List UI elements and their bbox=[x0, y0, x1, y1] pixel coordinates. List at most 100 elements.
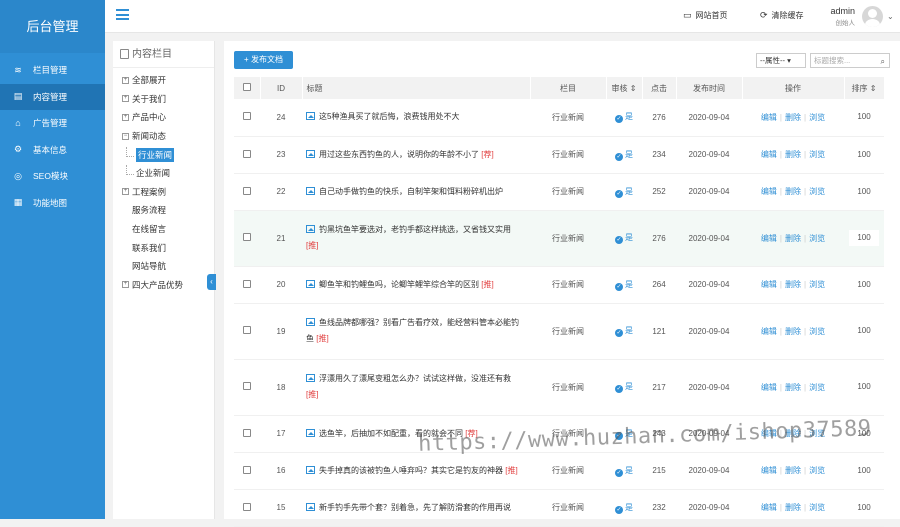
avatar[interactable] bbox=[862, 6, 883, 27]
sidebar-item-2[interactable]: ⌂ 广告管理 bbox=[0, 110, 105, 137]
row-checkbox[interactable] bbox=[243, 502, 251, 511]
expand-icon[interactable]: + bbox=[122, 113, 129, 121]
row-title-link[interactable]: 钓黑坑鱼竿要选对，老钓手都这样挑选，又省钱又实用 bbox=[319, 225, 511, 234]
collapse-panel-button[interactable]: ‹ bbox=[207, 274, 216, 290]
row-sort-input[interactable]: 100 bbox=[849, 109, 879, 126]
delete-link[interactable]: 删除 bbox=[785, 234, 801, 243]
tree-item[interactable]: + 关于我们 bbox=[113, 90, 214, 109]
row-title-link[interactable]: 失手掉真的该被钓鱼人唾弃吗？其实它是钓友的神器 bbox=[319, 466, 503, 475]
delete-link[interactable]: 删除 bbox=[785, 113, 801, 122]
delete-link[interactable]: 删除 bbox=[785, 327, 801, 336]
delete-link[interactable]: 删除 bbox=[785, 503, 801, 512]
tree-item[interactable]: + 工程案例 bbox=[113, 183, 214, 202]
menu-toggle-icon[interactable] bbox=[116, 9, 129, 20]
sidebar-item-5[interactable]: ▦ 功能地图 bbox=[0, 190, 105, 217]
tree-item[interactable]: 在线留言 bbox=[113, 220, 214, 239]
sidebar-item-4[interactable]: ◎ SEO模块 bbox=[0, 163, 105, 190]
tree-item[interactable]: 服务流程 bbox=[113, 201, 214, 220]
view-link[interactable]: 浏览 bbox=[809, 503, 825, 512]
view-link[interactable]: 浏览 bbox=[809, 280, 825, 289]
row-sort-input[interactable]: 100 bbox=[849, 462, 879, 479]
edit-link[interactable]: 编辑 bbox=[761, 383, 777, 392]
row-checkbox[interactable] bbox=[243, 326, 251, 334]
row-checkbox[interactable] bbox=[243, 382, 251, 390]
delete-link[interactable]: 删除 bbox=[785, 187, 801, 196]
row-sort-input[interactable]: 100 bbox=[849, 146, 879, 163]
row-checkbox[interactable] bbox=[243, 186, 251, 195]
edit-link[interactable]: 编辑 bbox=[761, 327, 777, 336]
tree-item[interactable]: 网站导航 bbox=[113, 257, 214, 276]
edit-link[interactable]: 编辑 bbox=[761, 466, 777, 475]
view-link[interactable]: 浏览 bbox=[809, 150, 825, 159]
tree-item[interactable]: 联系我们 bbox=[113, 238, 214, 257]
delete-link[interactable]: 删除 bbox=[785, 150, 801, 159]
view-link[interactable]: 浏览 bbox=[809, 466, 825, 475]
delete-link[interactable]: 删除 bbox=[785, 383, 801, 392]
row-status[interactable]: ✓ 是 bbox=[606, 210, 642, 267]
row-sort-input[interactable]: 100 bbox=[849, 276, 879, 293]
search-icon[interactable]: ⌕ bbox=[881, 55, 885, 68]
row-sort-input[interactable]: 100 bbox=[849, 499, 879, 516]
tree-item[interactable]: − 新闻动态 bbox=[113, 127, 214, 146]
row-sort-input[interactable]: 100 bbox=[849, 230, 879, 246]
view-link[interactable]: 浏览 bbox=[809, 383, 825, 392]
tree-item[interactable]: + 四大产品优势 bbox=[113, 276, 214, 295]
row-status[interactable]: ✓ 是 bbox=[606, 303, 642, 360]
row-title-link[interactable]: 用过这些东西钓鱼的人，说明你的年龄不小了 bbox=[319, 150, 479, 159]
row-sort-input[interactable]: 100 bbox=[849, 323, 879, 339]
row-checkbox[interactable] bbox=[243, 112, 251, 121]
site-home-link[interactable]: ▭ 网站首页 bbox=[683, 10, 728, 21]
tree-item[interactable]: 企业新闻 bbox=[113, 164, 214, 183]
expand-icon[interactable]: + bbox=[122, 188, 129, 196]
row-sort-input[interactable]: 100 bbox=[849, 183, 879, 200]
expand-icon[interactable]: + bbox=[122, 76, 129, 84]
tree-item[interactable]: + 产品中心 bbox=[113, 108, 214, 127]
search-input[interactable]: 标题搜索... ⌕ bbox=[810, 53, 890, 68]
view-link[interactable]: 浏览 bbox=[809, 327, 825, 336]
attribute-select[interactable]: --属性-- ▾ bbox=[756, 53, 806, 68]
collapse-icon[interactable]: − bbox=[122, 132, 129, 140]
row-title-link[interactable]: 鲫鱼竿和钓鲤鱼吗，论鲫竿鲤竿综合竿的区别 bbox=[319, 280, 479, 289]
sidebar-item-0[interactable]: ≋ 栏目管理 bbox=[0, 57, 105, 84]
user-info[interactable]: admin 创始人 bbox=[825, 6, 855, 27]
row-checkbox[interactable] bbox=[243, 279, 251, 288]
row-title-link[interactable]: 浮漂用久了漂尾变粗怎么办？试试这样做，没准还有救 bbox=[319, 374, 511, 383]
row-status[interactable]: ✓ 是 bbox=[606, 266, 642, 304]
clear-cache-link[interactable]: ⟳ 清除缓存 bbox=[760, 10, 804, 21]
row-status[interactable]: ✓ 是 bbox=[606, 452, 642, 490]
row-sort-input[interactable]: 100 bbox=[849, 379, 879, 395]
row-title-link[interactable]: 自己动手做钓鱼的快乐，自制竿架和饵料粉碎机出炉 bbox=[319, 187, 503, 196]
row-checkbox[interactable] bbox=[243, 465, 251, 474]
sidebar-item-3[interactable]: ⚙ 基本信息 bbox=[0, 137, 105, 164]
add-document-button[interactable]: + 发布文档 bbox=[234, 51, 293, 69]
edit-link[interactable]: 编辑 bbox=[761, 187, 777, 196]
row-status[interactable]: ✓ 是 bbox=[606, 99, 642, 137]
row-checkbox[interactable] bbox=[243, 428, 251, 437]
select-all-checkbox[interactable] bbox=[242, 83, 251, 91]
edit-link[interactable]: 编辑 bbox=[761, 503, 777, 512]
delete-link[interactable]: 删除 bbox=[785, 280, 801, 289]
row-status[interactable]: ✓ 是 bbox=[606, 359, 642, 416]
row-checkbox[interactable] bbox=[243, 149, 251, 158]
row-checkbox[interactable] bbox=[243, 233, 251, 241]
expand-icon[interactable]: + bbox=[122, 281, 129, 289]
row-status[interactable]: ✓ 是 bbox=[606, 136, 642, 174]
edit-link[interactable]: 编辑 bbox=[761, 234, 777, 243]
col-status[interactable]: 审核 ⇕ bbox=[606, 77, 643, 99]
view-link[interactable]: 浏览 bbox=[809, 234, 825, 243]
row-title-link[interactable]: 这5种渔具买了就后悔，浪费钱用处不大 bbox=[319, 112, 459, 121]
view-link[interactable]: 浏览 bbox=[809, 113, 825, 122]
view-link[interactable]: 浏览 bbox=[809, 187, 825, 196]
row-status[interactable]: ✓ 是 bbox=[606, 489, 642, 527]
chevron-down-icon[interactable]: ⌄ bbox=[887, 12, 894, 21]
row-status[interactable]: ✓ 是 bbox=[606, 173, 642, 211]
edit-link[interactable]: 编辑 bbox=[761, 150, 777, 159]
row-title-link[interactable]: 鱼线品牌都哪强？别看广告看疗效，能经营料管本必能钓鱼 bbox=[306, 318, 519, 343]
row-title-link[interactable]: 新手钓手先带个套？别着急，先了解防滑套的作用再说 bbox=[319, 503, 511, 512]
delete-link[interactable]: 删除 bbox=[785, 466, 801, 475]
edit-link[interactable]: 编辑 bbox=[761, 280, 777, 289]
sidebar-item-1[interactable]: ▤ 内容管理 bbox=[0, 83, 105, 110]
edit-link[interactable]: 编辑 bbox=[761, 113, 777, 122]
expand-icon[interactable]: + bbox=[122, 95, 129, 103]
tree-item[interactable]: 行业新闻 bbox=[113, 145, 214, 164]
